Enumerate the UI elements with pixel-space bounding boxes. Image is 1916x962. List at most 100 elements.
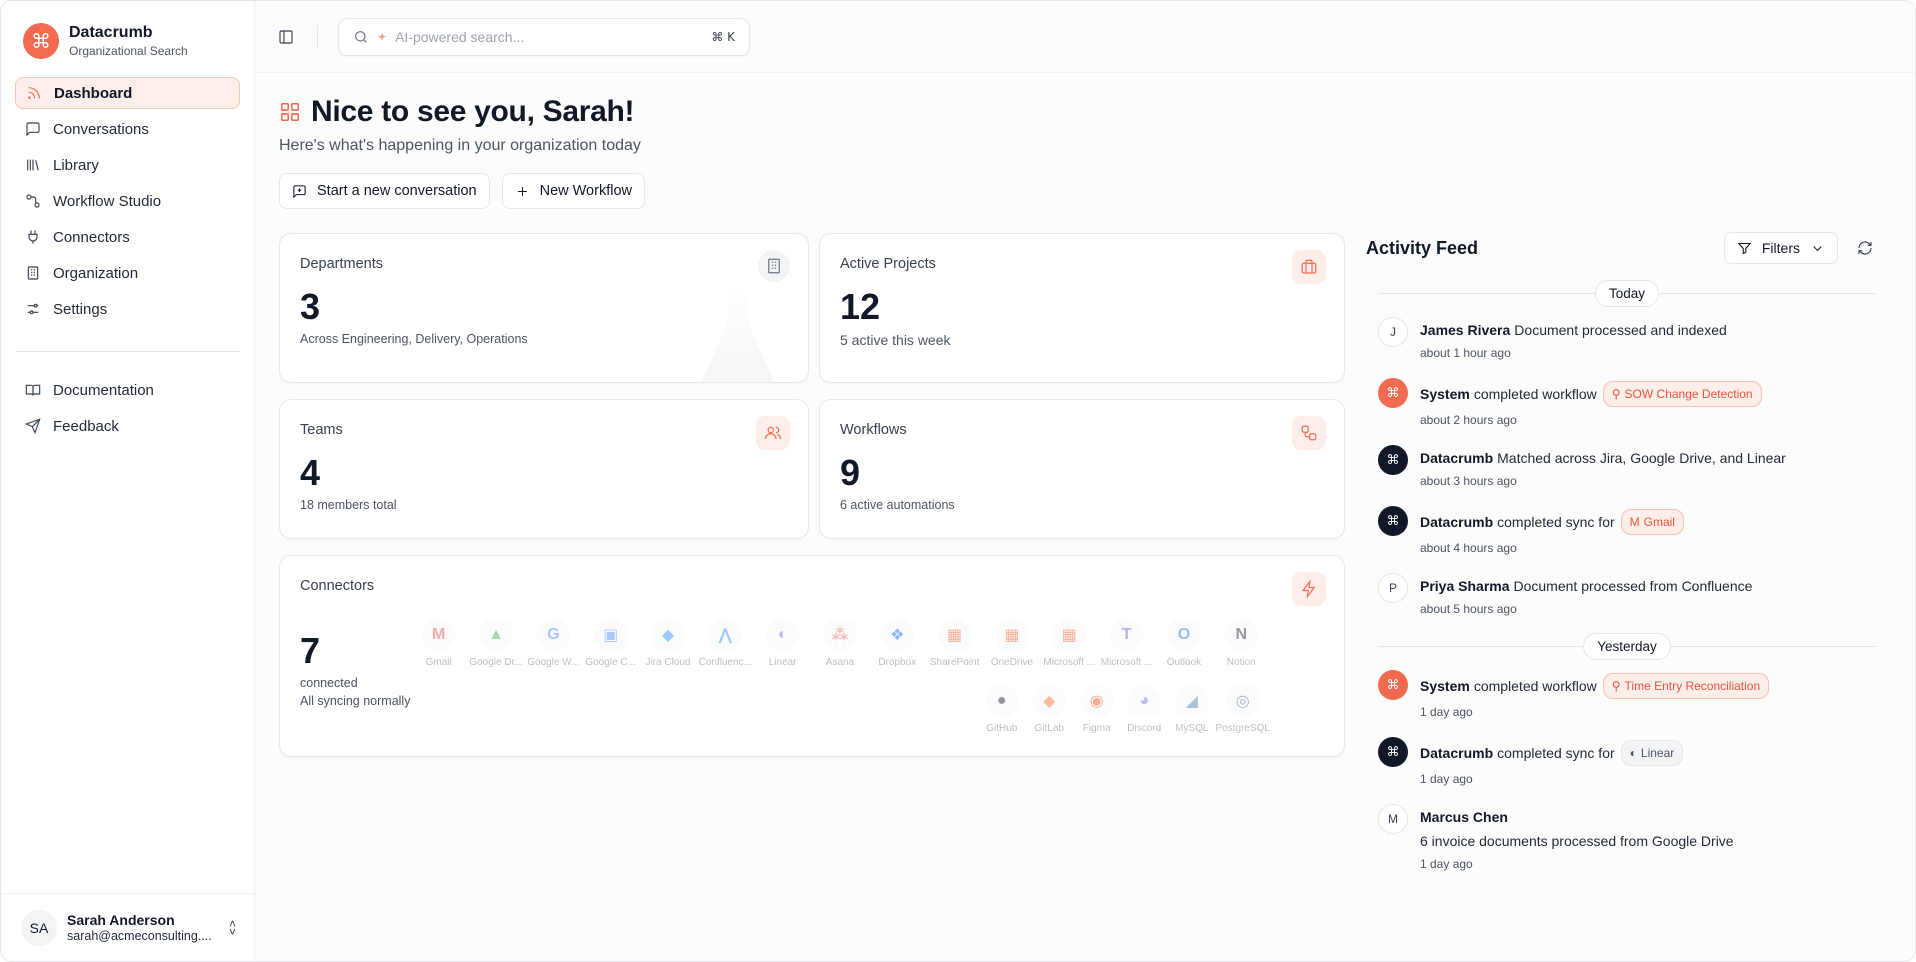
feed-item-tag-label: SOW Change Detection [1624, 387, 1753, 401]
feed-item-time: 1 day ago [1420, 705, 1473, 719]
active-projects-card[interactable]: Active Projects 12 5 active this week [819, 233, 1345, 383]
refresh-button[interactable] [1854, 237, 1876, 259]
sidebar-divider [15, 351, 240, 352]
new-conversation-label: Start a new conversation [317, 183, 477, 199]
command-icon: ⌘ [1378, 378, 1408, 408]
connector-logo[interactable]: G Google W... [525, 618, 582, 668]
feed-title: Activity Feed [1366, 237, 1479, 258]
search-input[interactable] [395, 28, 704, 45]
brand-name: Datacrumb [69, 24, 153, 41]
feed-item-body: Datacrumb Matched across Jira, Google Dri… [1420, 443, 1786, 488]
connector-logo[interactable]: ▲ Google Dr... [467, 618, 524, 668]
sidebar-item-workflow-studio[interactable]: Workflow Studio [15, 185, 240, 217]
feed-item[interactable]: ⌘ System completed workflow ⚲ Time Entry Rec… [1366, 668, 1876, 719]
connector-logo[interactable]: ▦ Microsoft ... [1041, 618, 1098, 668]
sidebar-item-library[interactable]: Library [15, 149, 240, 181]
connector-logo[interactable]: ▦ SharePoint [926, 618, 983, 668]
feed-item-tag[interactable]: ⚲ SOW Change Detection [1602, 381, 1762, 407]
dashboard-content: Nice to see you, Sarah! Here's what's ha… [255, 73, 1915, 209]
connector-logo-name: Confluenc... [698, 657, 752, 668]
feed-item-text: Priya Sharma Document processed from Conf… [1420, 571, 1752, 596]
feed-item[interactable]: ⌘ Datacrumb completed sync for ◐ Linear 1 day… [1366, 735, 1876, 786]
connector-logo-name: Notion [1226, 657, 1256, 668]
workflow-icon: ⚲ [1611, 679, 1621, 693]
chevrons-up-down-icon[interactable]: ˄ ˅ [229, 918, 236, 938]
feed-item-time: about 5 hours ago [1420, 602, 1517, 616]
connector-logo-icon: ⁂ [822, 618, 857, 652]
new-workflow-button[interactable]: New Workflow [501, 173, 645, 209]
connector-logo[interactable]: ❖ Dropbox [869, 618, 926, 668]
connector-logo-name: Microsoft ... [1100, 657, 1153, 668]
sidebar-item-dashboard[interactable]: Dashboard [15, 77, 240, 109]
connector-logo[interactable]: ◕ Discord [1121, 684, 1169, 734]
feed-item-message: completed workflow [1473, 678, 1597, 694]
feed-item[interactable]: M Marcus Chen 6 invoice documents processe… [1366, 802, 1876, 871]
connector-logo[interactable]: ◆ Jira Cloud [639, 618, 696, 668]
search-bar[interactable]: ✦ ⌘ K [338, 17, 750, 56]
connector-logo[interactable]: O Outlook [1155, 618, 1212, 668]
sidebar-item-feedback[interactable]: Feedback [15, 410, 240, 442]
connector-logo[interactable]: ◢ MySQL [1168, 684, 1216, 734]
feed-item-message: 6 invoice documents processed from Googl… [1420, 833, 1734, 849]
connector-logo[interactable]: ▦ OneDrive [983, 618, 1040, 668]
day-label: Today [1594, 279, 1660, 307]
sidebar-item-settings[interactable]: Settings [15, 293, 240, 325]
user-menu[interactable]: SA Sarah Anderson sarah@acmeconsulting..… [1, 893, 254, 961]
feed-item[interactable]: ⌘ Datacrumb completed sync for M Gmail about … [1366, 504, 1876, 555]
greeting: Nice to see you, Sarah! [279, 95, 1915, 129]
feed-item-message: completed sync for [1497, 514, 1615, 530]
sidebar-toggle-button[interactable] [275, 26, 297, 48]
connector-logo-icon: ▲ [478, 618, 513, 652]
connector-logo[interactable]: N Notion [1213, 618, 1270, 668]
sidebar-item-label: Workflow Studio [53, 192, 162, 210]
feed-item[interactable]: J James Rivera Document processed and inde… [1366, 315, 1876, 360]
feed-item-message: Document processed from Confluence [1513, 578, 1753, 594]
connector-logo[interactable]: ◐ Linear [754, 618, 811, 668]
workflow-icon [1292, 416, 1326, 450]
connector-logo[interactable]: T Microsoft ... [1098, 618, 1155, 668]
connector-logo-icon: O [1166, 618, 1201, 652]
feed-item-tag[interactable]: ◐ Linear [1620, 740, 1684, 766]
feed-item-tag[interactable]: M Gmail [1620, 509, 1684, 535]
card-value: 3 [300, 286, 321, 327]
connector-logo-name: SharePoint [929, 657, 980, 668]
connector-logo[interactable]: ▣ Google C... [582, 618, 639, 668]
feed-item-actor: Datacrumb [1420, 450, 1494, 466]
plus-icon [517, 186, 527, 196]
connector-logo[interactable]: ● GitHub [978, 684, 1026, 734]
command-icon: ⌘ [1378, 670, 1408, 700]
connector-logo[interactable]: M Gmail [410, 618, 467, 668]
brand[interactable]: ⌘ Datacrumb Organizational Search [1, 1, 254, 77]
teams-card[interactable]: Teams 4 18 members total [279, 399, 809, 539]
connector-logo-name: Microsoft ... [1043, 657, 1096, 668]
building-icon [27, 266, 39, 280]
workflows-card[interactable]: Workflows 9 6 active automations [819, 399, 1345, 539]
connectors-card[interactable]: Connectors 7 connected All syncing norma… [279, 555, 1345, 757]
feed-item[interactable]: ⌘ System completed workflow ⚲ SOW Change Det… [1366, 376, 1876, 427]
briefcase-icon [1292, 250, 1326, 284]
new-conversation-button[interactable]: Start a new conversation [279, 173, 490, 209]
feed-item[interactable]: ⌘ Datacrumb Matched across Jira, Google Dr… [1366, 443, 1876, 488]
message-square-icon [26, 122, 40, 137]
connector-logo[interactable]: ◉ Figma [1073, 684, 1121, 734]
sidebar-item-conversations[interactable]: Conversations [15, 113, 240, 145]
feed-item-tag[interactable]: ⚲ Time Entry Reconciliation [1602, 673, 1770, 699]
connector-logo[interactable]: ⁂ Asana [811, 618, 868, 668]
feed-item-message: Document processed and indexed [1514, 322, 1727, 338]
building-icon [758, 250, 790, 282]
feed-item-text: System completed workflow ⚲ SOW Change Dete… [1420, 376, 1762, 407]
sidebar-item-connectors[interactable]: Connectors [15, 221, 240, 253]
filters-button[interactable]: Filters [1723, 232, 1838, 264]
connector-logo[interactable]: ◎ PostgreSQL [1216, 684, 1270, 734]
feed-item-text: Datacrumb completed sync for ◐ Linear [1420, 735, 1684, 766]
sidebar-secondary-nav: Documentation Feedback [1, 374, 254, 446]
feed-item[interactable]: P Priya Sharma Document processed from Con… [1366, 571, 1876, 616]
departments-card[interactable]: Departments 3 Across Engineering, Delive… [279, 233, 809, 383]
sidebar-item-documentation[interactable]: Documentation [15, 374, 240, 406]
panel-left-icon [279, 29, 293, 44]
connector-logo[interactable]: ⋀ Confluenc... [697, 618, 754, 668]
connector-logo[interactable]: ◆ GitLab [1026, 684, 1074, 734]
connector-logo-icon: ⋀ [708, 618, 743, 652]
sidebar-item-organization[interactable]: Organization [15, 257, 240, 289]
sidebar-item-label: Connectors [53, 228, 130, 246]
